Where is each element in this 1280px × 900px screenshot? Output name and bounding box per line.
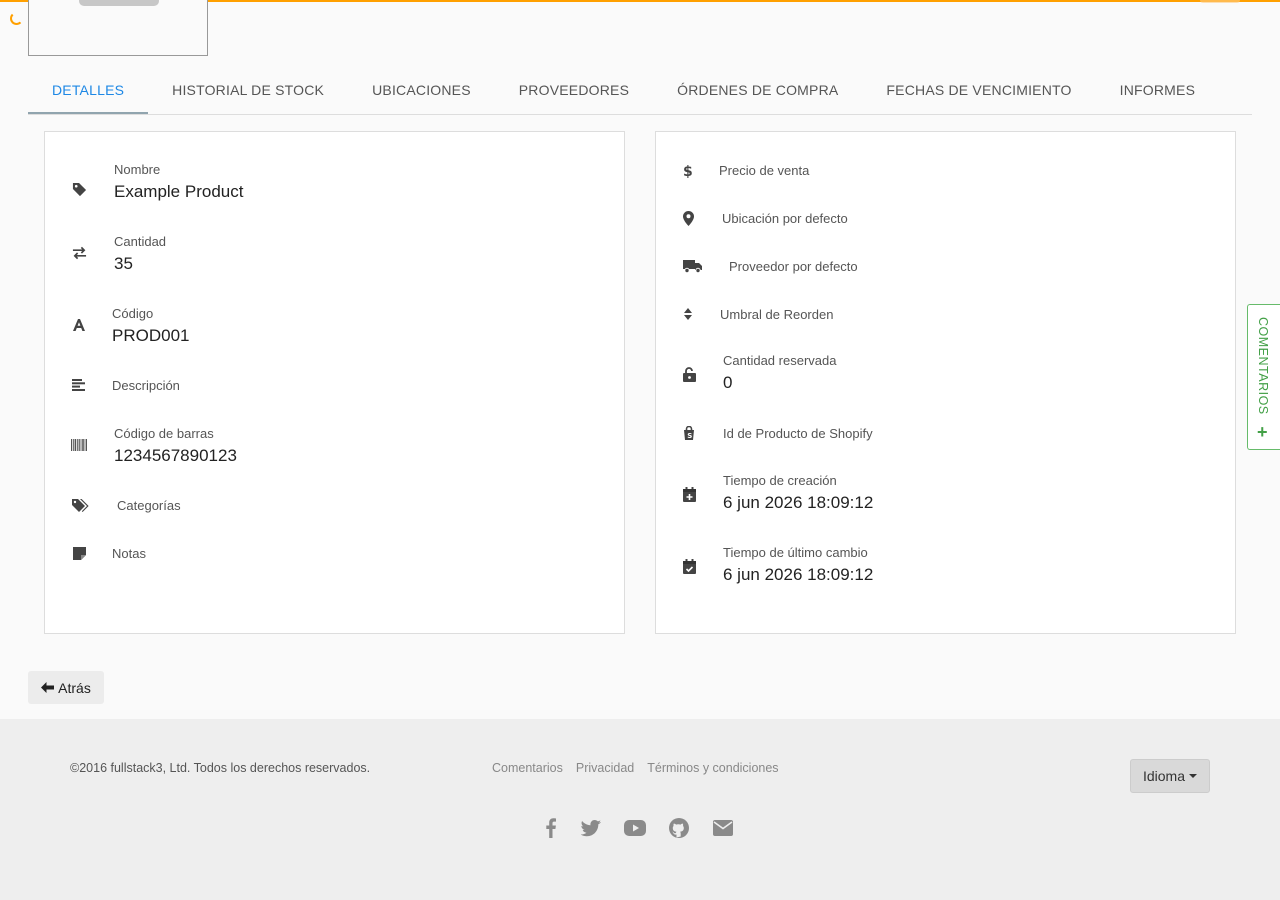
github-icon[interactable]	[668, 817, 690, 839]
map-marker-icon	[679, 209, 697, 227]
field-label: Proveedor por defecto	[729, 259, 858, 274]
svg-text:$: $	[683, 164, 693, 178]
footer-link-comentarios[interactable]: Comentarios	[492, 761, 563, 775]
field-label: Precio de venta	[719, 163, 810, 178]
field-label: Notas	[112, 546, 146, 561]
plus-icon: +	[1257, 422, 1268, 442]
field-label: Tiempo de creación	[723, 473, 837, 488]
font-icon	[70, 316, 88, 334]
tab-detalles[interactable]: DETALLES	[28, 66, 149, 114]
loading-bar-glow	[1200, 0, 1240, 3]
comments-side-tab[interactable]: COMENTARIOS +	[1247, 304, 1280, 450]
language-dropdown-button[interactable]: Idioma	[1130, 759, 1210, 793]
tab-ubicaciones[interactable]: UBICACIONES	[348, 66, 495, 114]
back-button-label: Atrás	[58, 679, 91, 696]
footer-links: Comentarios Privacidad Términos y condic…	[492, 761, 779, 775]
calendar-check-icon	[680, 557, 698, 575]
tab-bar: DETALLES HISTORIAL DE STOCK UBICACIONES …	[28, 66, 1252, 115]
sticky-note-icon	[70, 544, 88, 562]
field-value: 35	[114, 254, 133, 273]
field-label: Código	[112, 306, 154, 321]
field-label: Código de barras	[114, 426, 214, 441]
field-value: 0	[723, 373, 733, 392]
product-details-card: Nombre Example Product Cantidad 35 Códig…	[44, 131, 625, 634]
tab-ordenes-de-compra[interactable]: ÓRDENES DE COMPRA	[653, 66, 862, 114]
field-label: Id de Producto de Shopify	[723, 426, 873, 441]
field-label: Cantidad	[114, 234, 167, 249]
footer-link-terminos[interactable]: Términos y condiciones	[647, 761, 778, 775]
unlock-icon	[680, 365, 698, 383]
tab-historial-de-stock[interactable]: HISTORIAL DE STOCK	[148, 66, 348, 114]
tab-proveedores[interactable]: PROVEEDORES	[495, 66, 653, 114]
barcode-icon	[70, 436, 88, 454]
field-value: 1234567890123	[114, 446, 237, 465]
field-value: 6 jun 2026 18:09:12	[723, 565, 874, 584]
field-value: 6 jun 2026 18:09:12	[723, 493, 874, 512]
image-upload-button[interactable]	[79, 0, 159, 6]
svg-text:S: S	[687, 432, 692, 440]
language-button-label: Idioma	[1142, 768, 1186, 784]
field-label: Ubicación por defecto	[722, 211, 848, 226]
field-label: Umbral de Reorden	[720, 307, 834, 322]
arrow-left-icon	[41, 680, 58, 696]
tab-fechas-de-vencimiento[interactable]: FECHAS DE VENCIMIENTO	[862, 66, 1095, 114]
product-settings-card: $ Precio de venta Ubicación por defecto …	[655, 131, 1236, 634]
copyright-text: ©2016 fullstack3, Ltd. Todos los derecho…	[70, 761, 371, 775]
field-label: Nombre	[114, 162, 161, 177]
social-links	[540, 817, 734, 839]
align-left-icon	[70, 376, 88, 394]
field-label: Categorías	[117, 498, 181, 513]
youtube-icon[interactable]	[624, 817, 646, 839]
field-label: Tiempo de último cambio	[723, 545, 868, 560]
sort-icon	[679, 305, 697, 323]
twitter-icon[interactable]	[580, 817, 602, 839]
field-value: PROD001	[112, 326, 190, 345]
field-label: Cantidad reservada	[723, 353, 837, 368]
calendar-plus-icon	[680, 485, 698, 503]
facebook-icon[interactable]	[540, 817, 562, 839]
tab-informes[interactable]: INFORMES	[1096, 66, 1220, 114]
footer-link-privacidad[interactable]: Privacidad	[576, 761, 634, 775]
exchange-icon	[70, 244, 88, 262]
field-value: Example Product	[114, 182, 244, 201]
tag-icon	[70, 180, 88, 198]
shopify-icon: S	[680, 424, 698, 442]
truck-icon	[682, 257, 702, 275]
tags-icon	[71, 496, 91, 514]
product-image-box[interactable]	[28, 0, 208, 56]
envelope-icon[interactable]	[712, 817, 734, 839]
dollar-icon: $	[679, 161, 697, 179]
back-button[interactable]: Atrás	[28, 671, 104, 704]
comments-label: COMENTARIOS	[1256, 317, 1270, 415]
field-label: Descripción	[112, 378, 180, 393]
caret-down-icon	[1189, 774, 1198, 778]
footer: ©2016 fullstack3, Ltd. Todos los derecho…	[0, 719, 1280, 900]
loading-spinner-icon	[10, 12, 23, 25]
